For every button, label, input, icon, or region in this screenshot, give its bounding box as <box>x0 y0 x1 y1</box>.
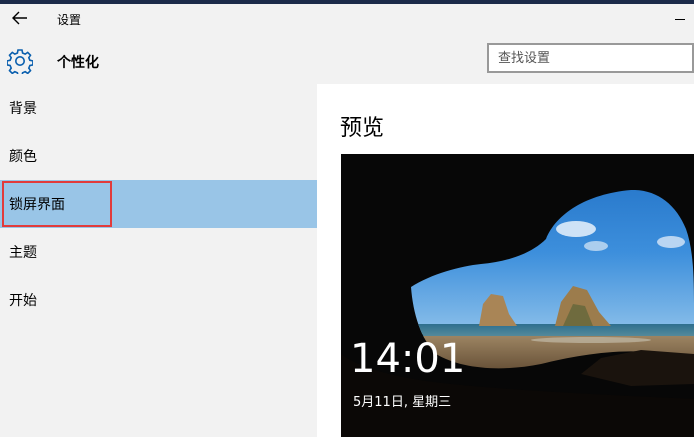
sidebar-item-label: 锁屏界面 <box>9 197 65 213</box>
sidebar-item-label: 主题 <box>9 245 37 261</box>
back-arrow-icon <box>12 11 27 25</box>
sidebar-item-label: 开始 <box>9 293 37 309</box>
section-title: 个性化 <box>57 55 99 71</box>
sidebar-item-background[interactable]: 背景 <box>0 84 317 132</box>
lockscreen-date: 5月11日, 星期三 <box>353 395 452 410</box>
gear-icon <box>7 49 33 74</box>
sidebar-item-colors[interactable]: 颜色 <box>0 132 317 180</box>
main-content: 预览 14:01 5月11日, 星期三 <box>317 84 694 437</box>
sidebar-item-start[interactable]: 开始 <box>0 276 317 324</box>
minimize-icon <box>675 19 685 20</box>
preview-title: 预览 <box>340 116 385 141</box>
lockscreen-preview: 14:01 5月11日, 星期三 <box>341 154 694 437</box>
back-button[interactable] <box>6 6 34 32</box>
sidebar-item-lockscreen[interactable]: 锁屏界面 <box>0 180 317 228</box>
search-box[interactable] <box>487 43 694 73</box>
page-header: 个性化 <box>0 34 694 84</box>
search-input[interactable] <box>498 46 688 70</box>
sidebar: 背景 颜色 锁屏界面 主题 开始 <box>0 84 317 437</box>
sidebar-item-label: 颜色 <box>9 149 37 165</box>
window-title: 设置 <box>57 13 82 27</box>
minimize-button[interactable] <box>664 6 694 32</box>
lockscreen-time: 14:01 <box>350 336 466 382</box>
sidebar-item-label: 背景 <box>9 101 37 117</box>
sidebar-item-themes[interactable]: 主题 <box>0 228 317 276</box>
title-bar: 设置 <box>0 4 694 34</box>
